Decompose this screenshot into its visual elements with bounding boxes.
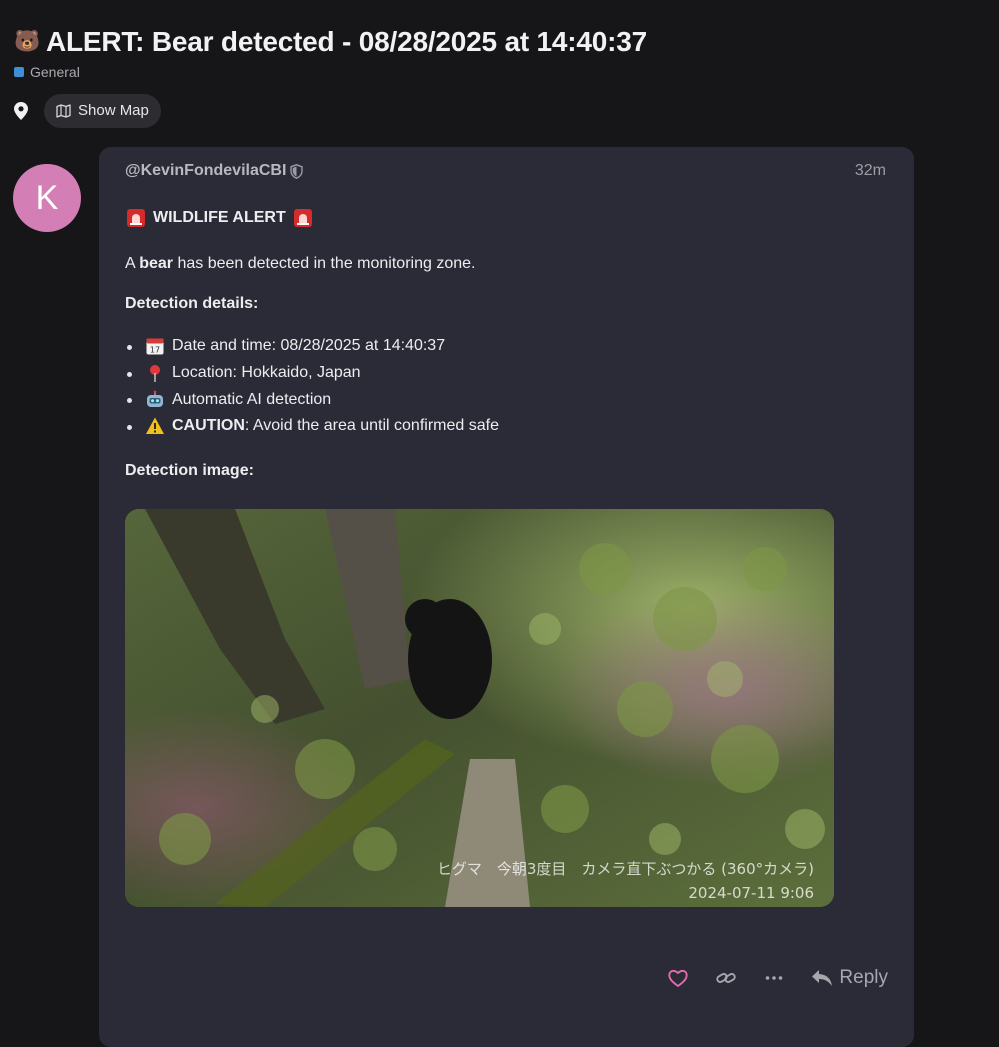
- reply-arrow-icon: [812, 970, 833, 986]
- shield-icon: [290, 163, 304, 179]
- detection-image[interactable]: ヒグマ 今朝3度目 カメラ直下ぶつかる (360°カメラ) 2024-07-11…: [125, 509, 834, 907]
- alert-heading-text: WILDLIFE ALERT: [153, 209, 286, 226]
- list-item: CAUTION: Avoid the area until confirmed …: [127, 413, 865, 440]
- category-badge[interactable]: General: [14, 64, 647, 80]
- siren-icon: [293, 209, 312, 227]
- intro-bold: bear: [139, 255, 174, 272]
- warning-icon: [146, 417, 164, 435]
- location-text: Location: Hokkaido, Japan: [172, 364, 361, 382]
- bear-face-icon: 🐻: [14, 30, 40, 53]
- topic-title-text: ALERT: Bear detected - 08/28/2025 at 14:…: [45, 26, 648, 57]
- reply-button[interactable]: Reply: [811, 967, 888, 989]
- avatar[interactable]: K: [13, 164, 81, 232]
- robot-icon: [147, 390, 163, 407]
- intro-paragraph: A bear has been detected in the monitori…: [125, 255, 865, 273]
- svg-text:17: 17: [150, 346, 160, 355]
- intro-prefix: A: [125, 255, 140, 272]
- map-icon: [56, 103, 71, 118]
- post-author[interactable]: @KevinFondevilaCBI: [125, 162, 304, 180]
- forest-photo: [125, 509, 834, 907]
- post-body: WILDLIFE ALERT A bear has been detected …: [125, 207, 865, 480]
- calendar-icon: 17: [146, 338, 164, 355]
- location-pin-icon: [14, 102, 28, 120]
- avatar-letter: K: [35, 178, 59, 217]
- details-list: 17 Date and time: 08/28/2025 at 14:40:37…: [125, 333, 865, 440]
- topic-title[interactable]: 🐻 ALERT: Bear detected - 08/28/2025 at 1…: [14, 26, 647, 58]
- more-options-icon[interactable]: [763, 967, 785, 989]
- post-timestamp[interactable]: 32m: [855, 162, 886, 180]
- post-card: @KevinFondevilaCBI 32m WILDLIFE ALERT A …: [99, 147, 914, 1047]
- list-item: 17 Date and time: 08/28/2025 at 14:40:37: [127, 333, 865, 360]
- ai-detection-text: Automatic AI detection: [172, 390, 332, 408]
- category-name: General: [30, 64, 80, 80]
- topic-header: 🐻 ALERT: Bear detected - 08/28/2025 at 1…: [14, 26, 647, 80]
- alert-heading: WILDLIFE ALERT: [125, 207, 865, 229]
- post-actions: Reply: [667, 967, 888, 989]
- reply-label: Reply: [839, 967, 888, 988]
- caution-text: CAUTION: Avoid the area until confirmed …: [172, 417, 499, 435]
- show-map-button[interactable]: Show Map: [44, 94, 161, 128]
- category-color-swatch: [14, 67, 24, 77]
- image-heading: Detection image:: [125, 461, 254, 479]
- photo-caption: ヒグマ 今朝3度目 カメラ直下ぶつかる (360°カメラ): [436, 860, 814, 878]
- round-pushpin-icon: [150, 365, 160, 383]
- list-item: Location: Hokkaido, Japan: [127, 360, 865, 387]
- details-heading: Detection details:: [125, 295, 259, 312]
- date-time-text: Date and time: 08/28/2025 at 14:40:37: [172, 337, 446, 355]
- siren-icon: [127, 209, 145, 227]
- list-item: Automatic AI detection: [127, 386, 865, 413]
- link-icon[interactable]: [715, 967, 737, 989]
- map-row: Show Map: [14, 94, 161, 128]
- heart-icon[interactable]: [667, 967, 689, 989]
- show-map-label: Show Map: [78, 102, 149, 119]
- intro-suffix: has been detected in the monitoring zone…: [173, 255, 476, 272]
- photo-timestamp: 2024-07-11 9:06: [688, 884, 814, 902]
- post-header: @KevinFondevilaCBI 32m: [125, 162, 886, 180]
- username: @KevinFondevilaCBI: [125, 162, 287, 179]
- caution-bold: CAUTION: [172, 417, 245, 435]
- caution-rest: : Avoid the area until confirmed safe: [244, 417, 499, 435]
